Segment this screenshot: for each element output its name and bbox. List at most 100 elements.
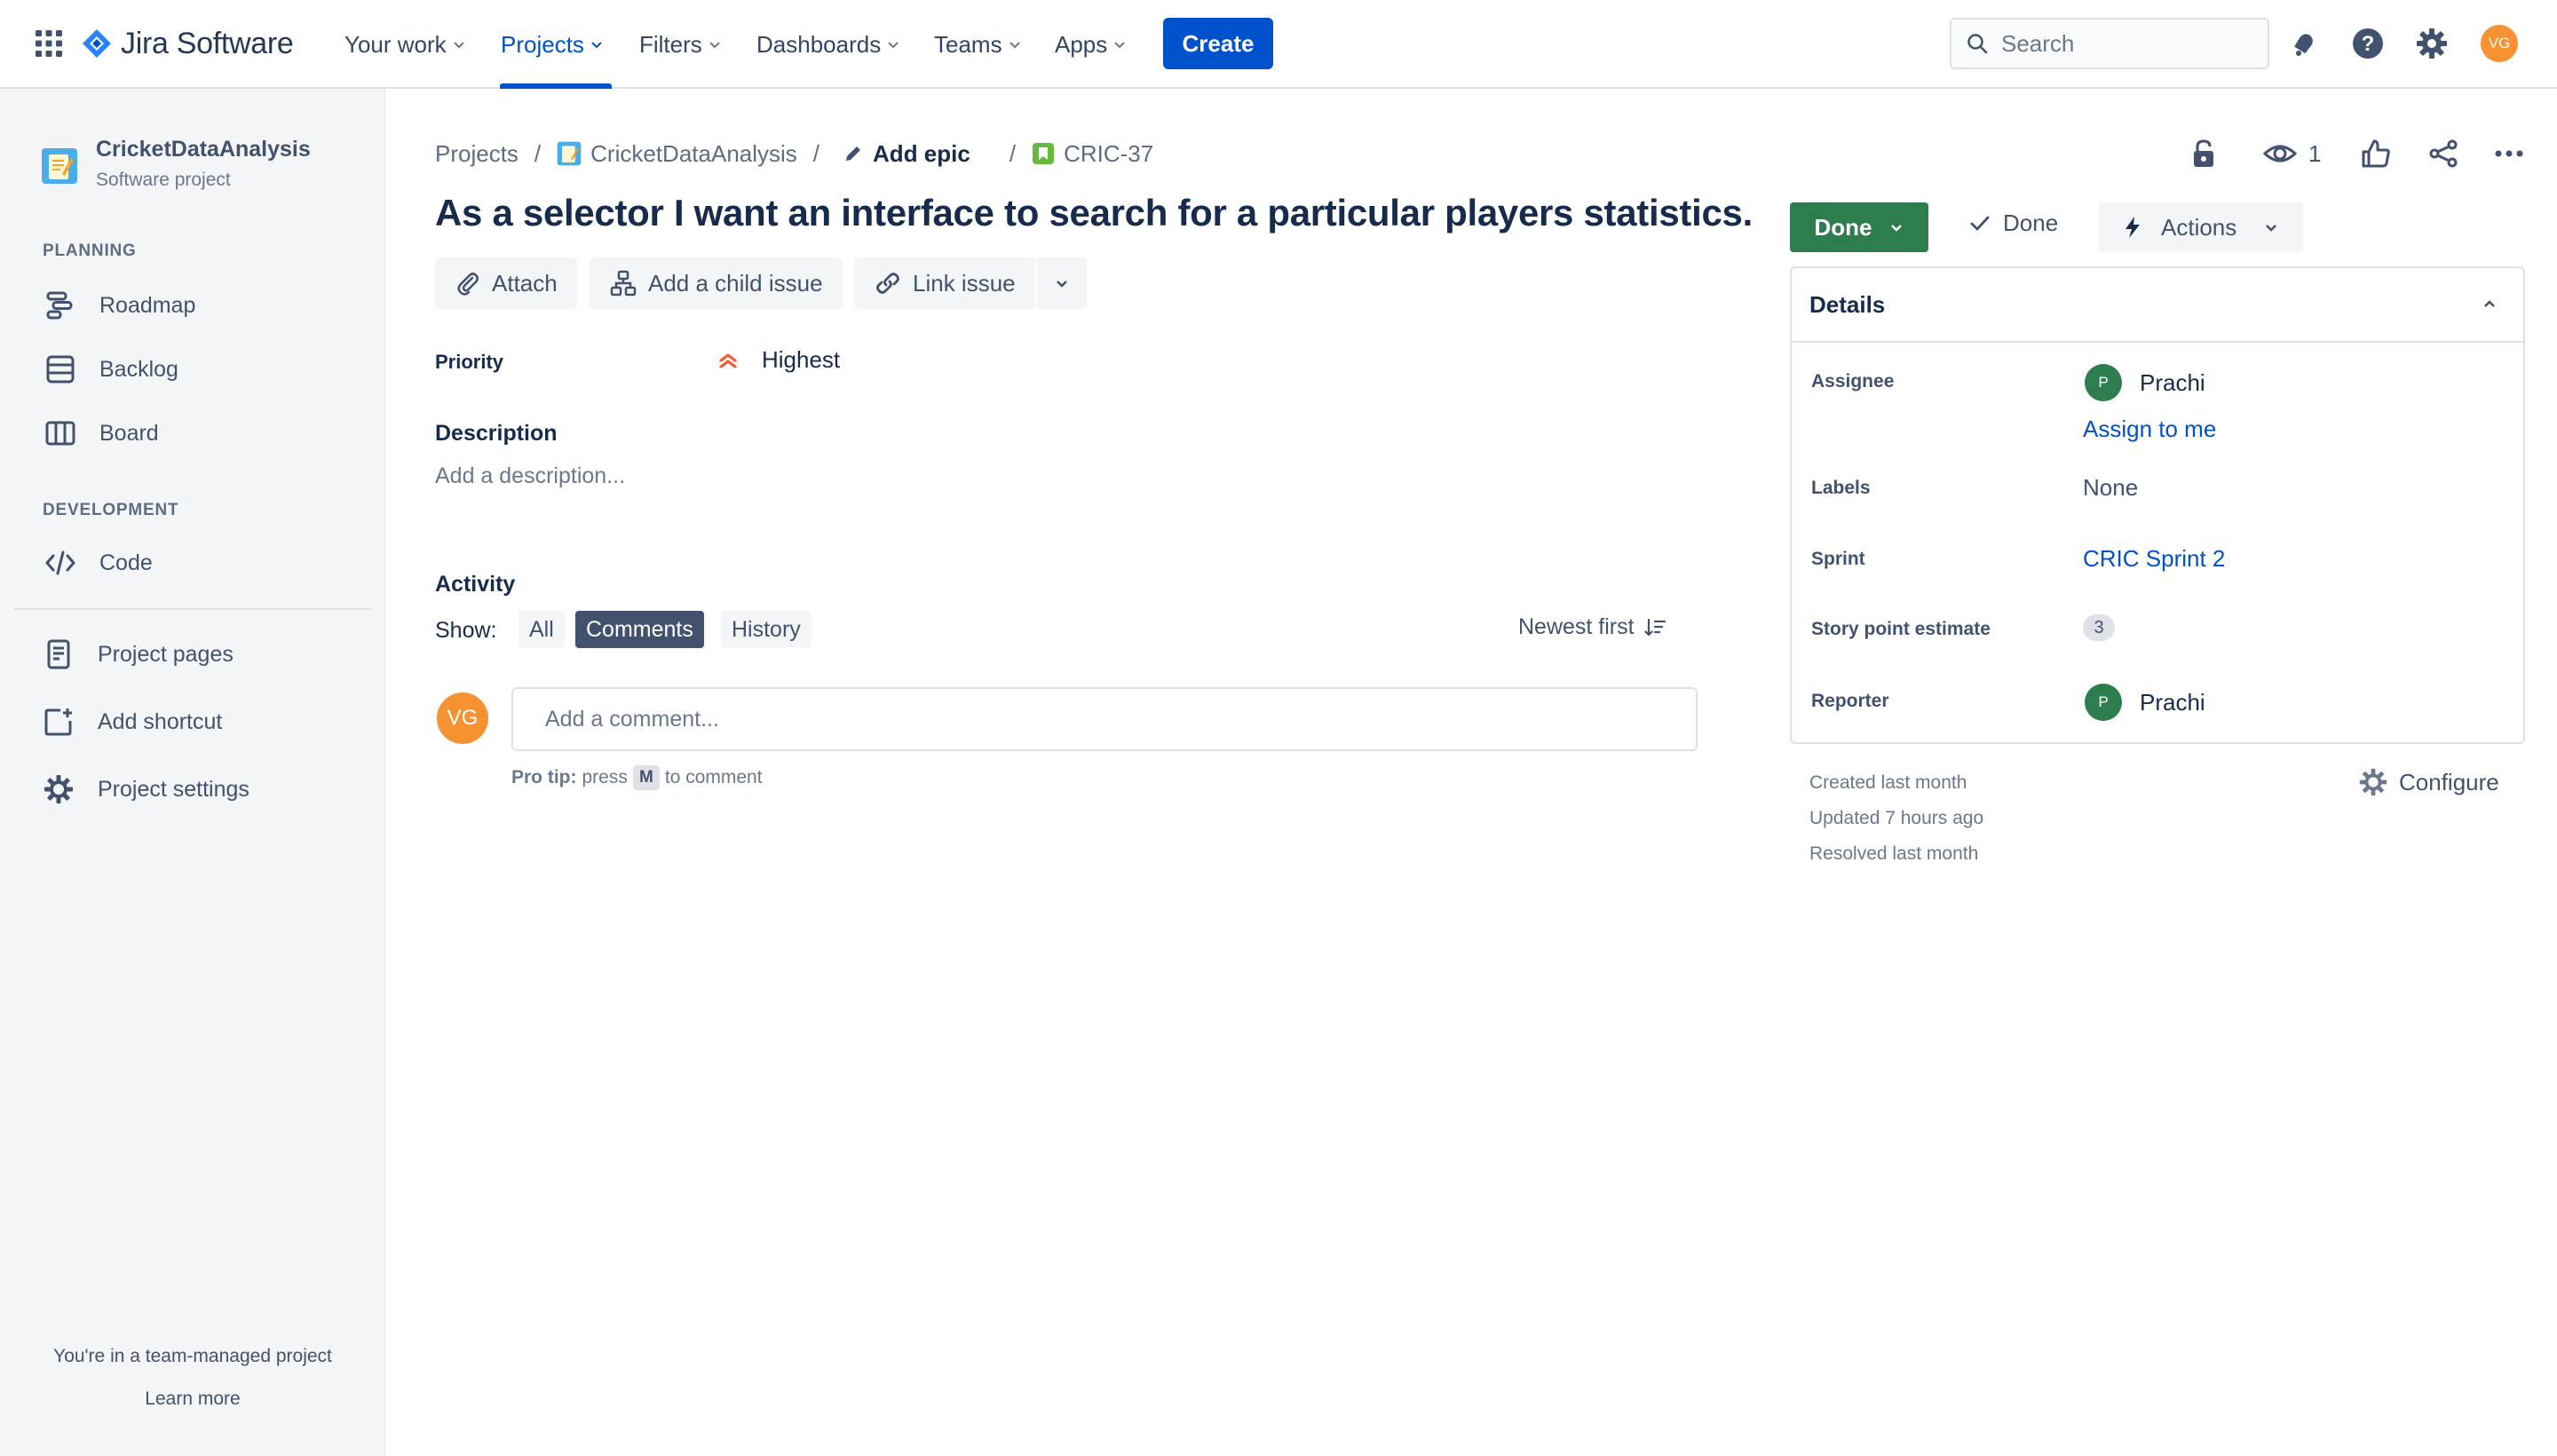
status-dropdown[interactable]: Done [1790, 202, 1928, 252]
lock-icon[interactable] [2188, 133, 2220, 174]
breadcrumb: Projects / CricketDataAnalysis / Add epi… [435, 137, 1153, 170]
description-field[interactable]: Add a description... [435, 463, 625, 489]
gear-icon [41, 772, 76, 807]
add-epic-button[interactable]: Add epic [843, 140, 970, 168]
chevron-down-icon [591, 42, 602, 49]
chevron-up-icon [2484, 300, 2495, 307]
sidebar-item-board[interactable]: Board [43, 414, 159, 453]
breadcrumb-projects[interactable]: Projects [435, 140, 519, 168]
share-icon[interactable] [2427, 133, 2459, 174]
link-icon [876, 273, 899, 294]
breadcrumb-project[interactable]: CricketDataAnalysis [557, 140, 797, 168]
add-child-issue-button[interactable]: Add a child issue [590, 257, 843, 309]
breadcrumb-project-label: CricketDataAnalysis [590, 139, 797, 167]
more-actions-icon[interactable] [2493, 133, 2525, 174]
show-label: Show: [435, 618, 497, 643]
paperclip-icon [457, 273, 479, 296]
project-header[interactable]: CricketDataAnalysis Software project [41, 137, 311, 191]
nav-dashboards[interactable]: Dashboards [756, 25, 900, 64]
app-switcher-icon[interactable] [34, 28, 64, 59]
settings-gear-icon[interactable] [2413, 25, 2450, 62]
create-button[interactable]: Create [1163, 18, 1273, 69]
nav-teams[interactable]: Teams [934, 25, 1022, 64]
search-icon [1967, 34, 1988, 54]
reporter-avatar: P [2085, 684, 2122, 721]
comment-input[interactable]: Add a comment... [511, 687, 1698, 751]
keyboard-shortcut-key: M [632, 765, 660, 790]
project-name: CricketDataAnalysis [96, 137, 311, 162]
user-avatar[interactable]: VG [2481, 25, 2518, 62]
jira-logo[interactable]: Jira Software [82, 23, 294, 64]
assignee-avatar: P [2085, 364, 2122, 401]
sprint-link[interactable]: CRIC Sprint 2 [2083, 545, 2225, 573]
jira-diamond-icon [83, 29, 111, 58]
activity-filter-all[interactable]: All [519, 611, 565, 648]
nav-filters[interactable]: Filters [639, 25, 722, 64]
add-epic-label: Add epic [873, 139, 970, 167]
learn-more-link[interactable]: Learn more [0, 1389, 385, 1410]
search-input[interactable] [2001, 29, 2250, 58]
lightning-icon [2126, 217, 2140, 238]
issue-title[interactable]: As a selector I want an interface to sea… [435, 192, 1753, 234]
configure-button[interactable]: Configure [2358, 767, 2499, 797]
story-points-badge: 3 [2083, 614, 2115, 641]
sort-descending-icon [1643, 618, 1666, 637]
details-header[interactable]: Details [1792, 268, 2523, 343]
activity-filter-history[interactable]: History [721, 611, 811, 648]
reporter-field[interactable]: P Prachi [2085, 684, 2205, 721]
more-toolbar-dropdown[interactable] [1035, 257, 1087, 309]
eye-icon [2262, 145, 2298, 162]
link-issue-button[interactable]: Link issue [854, 257, 1035, 309]
attach-button[interactable]: Attach [435, 257, 577, 309]
sort-label: Newest first [1518, 614, 1635, 639]
search-box[interactable] [1950, 18, 2269, 69]
breadcrumb-issue-key[interactable]: CRIC-37 [1032, 140, 1153, 168]
labels-field[interactable]: None [2083, 474, 2138, 502]
chevron-down-icon [2266, 225, 2277, 232]
resolution-indicator: Done [1967, 210, 2058, 237]
watchers-button[interactable]: 1 [2262, 133, 2321, 174]
attach-label: Attach [492, 269, 558, 297]
reporter-name: Prachi [2140, 688, 2205, 716]
sidebar-item-label: Board [99, 420, 159, 446]
sidebar-item-code[interactable]: Code [43, 543, 153, 582]
sort-order-button[interactable]: Newest first [1518, 614, 1666, 640]
actions-label: Actions [2161, 213, 2237, 241]
pencil-icon [846, 146, 861, 161]
notifications-icon[interactable] [2285, 25, 2323, 62]
project-sidebar: CricketDataAnalysis Software project PLA… [0, 89, 385, 1456]
priority-field[interactable]: Highest [716, 346, 840, 374]
logo-text: Jira Software [121, 26, 294, 60]
sidebar-item-label: Backlog [99, 356, 178, 382]
sidebar-item-add-shortcut[interactable]: Add shortcut [41, 702, 222, 741]
check-icon [1970, 216, 1990, 231]
chevron-down-icon [1114, 42, 1125, 49]
sidebar-item-label: Roadmap [99, 292, 196, 318]
story-points-field[interactable]: 3 [2083, 614, 2115, 641]
assignee-field[interactable]: P Prachi [2085, 364, 2205, 401]
current-user-avatar: VG [437, 692, 488, 744]
actions-dropdown[interactable]: Actions [2099, 202, 2303, 252]
pro-tip-label: Pro tip: [511, 767, 577, 787]
help-icon[interactable]: ? [2349, 25, 2387, 62]
nav-apps[interactable]: Apps [1055, 25, 1127, 64]
chevron-down-icon [1009, 42, 1020, 49]
nav-label: Filters [639, 30, 702, 58]
updated-date: Updated 7 hours ago [1809, 808, 1984, 828]
details-title: Details [1809, 290, 1886, 318]
priority-highest-icon [719, 353, 737, 368]
sidebar-item-project-pages[interactable]: Project pages [41, 635, 234, 674]
assignee-name: Prachi [2140, 368, 2205, 396]
chevron-down-icon [709, 42, 720, 49]
development-heading: DEVELOPMENT [43, 501, 179, 519]
assign-to-me-link[interactable]: Assign to me [2083, 415, 2216, 443]
nav-your-work[interactable]: Your work [344, 25, 466, 64]
activity-filter-comments[interactable]: Comments [575, 611, 704, 648]
pro-tip-suffix: to comment [664, 767, 763, 787]
thumbs-up-icon[interactable] [2360, 133, 2392, 174]
sidebar-item-project-settings[interactable]: Project settings [41, 770, 249, 809]
gear-icon [2359, 768, 2387, 796]
sidebar-item-backlog[interactable]: Backlog [43, 350, 178, 389]
nav-projects[interactable]: Projects [501, 25, 604, 64]
sidebar-item-roadmap[interactable]: Roadmap [43, 286, 195, 325]
